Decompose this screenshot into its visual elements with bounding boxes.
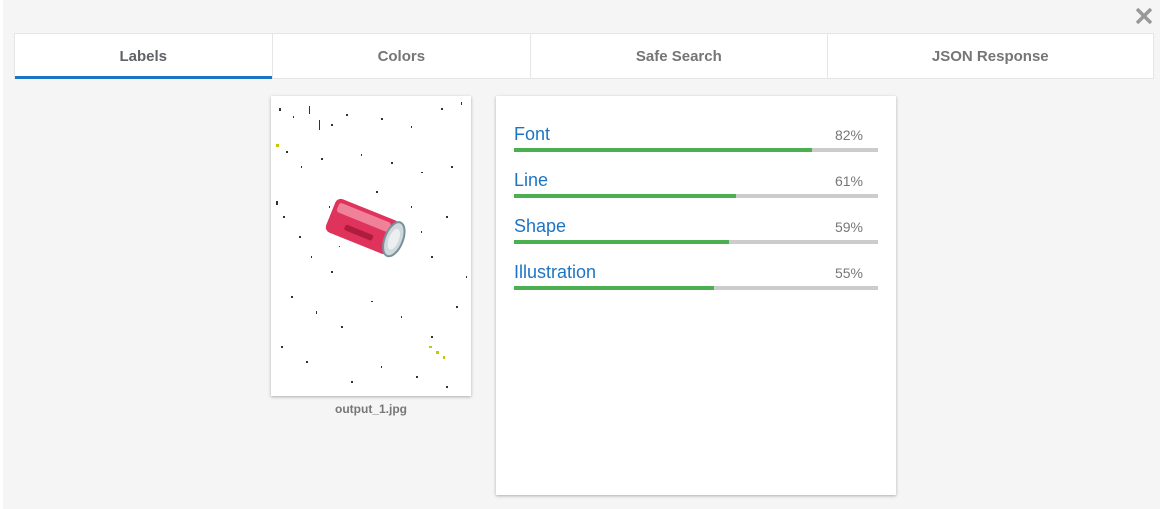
confidence-bar [514, 148, 878, 152]
labels-results-card: Font 82% Line 61% Shape 59% Illustration… [496, 96, 896, 495]
confidence-bar-fill [514, 194, 737, 198]
tab-label: JSON Response [931, 47, 1049, 65]
tab-safe-search[interactable]: Safe Search [531, 34, 828, 78]
label-percent: 59% [834, 219, 863, 235]
image-filename: output_1.jpg [335, 402, 407, 416]
close-button[interactable] [1134, 6, 1154, 26]
label-name: Shape [514, 216, 567, 236]
confidence-bar-fill [514, 286, 715, 290]
label-row-line: Line 61% [514, 170, 878, 210]
label-name: Font [514, 124, 551, 144]
label-name: Illustration [514, 262, 597, 282]
confidence-bar [514, 194, 878, 198]
label-row-font: Font 82% [514, 124, 878, 164]
tab-json-response[interactable]: JSON Response [828, 34, 1153, 78]
tab-labels[interactable]: Labels [15, 34, 273, 79]
label-row-illustration: Illustration 55% [514, 262, 878, 302]
confidence-bar [514, 240, 878, 244]
close-icon[interactable] [1134, 6, 1154, 26]
confidence-bar-fill [514, 240, 729, 244]
label-row-shape: Shape 59% [514, 216, 878, 256]
confidence-bar [514, 286, 878, 290]
label-name: Line [514, 170, 549, 190]
confidence-bar-fill [514, 148, 813, 152]
label-percent: 61% [834, 173, 863, 189]
results-panel: Labels Colors Safe Search JSON Response [3, 0, 1160, 509]
image-thumbnail[interactable] [271, 96, 471, 396]
tab-bar: Labels Colors Safe Search JSON Response [14, 33, 1154, 79]
tab-label: Safe Search [635, 47, 722, 65]
tab-label: Labels [119, 47, 168, 65]
tab-label: Colors [377, 47, 426, 65]
label-percent: 82% [834, 127, 863, 143]
tab-colors[interactable]: Colors [273, 34, 532, 78]
can-image [271, 96, 471, 396]
label-percent: 55% [834, 265, 863, 281]
